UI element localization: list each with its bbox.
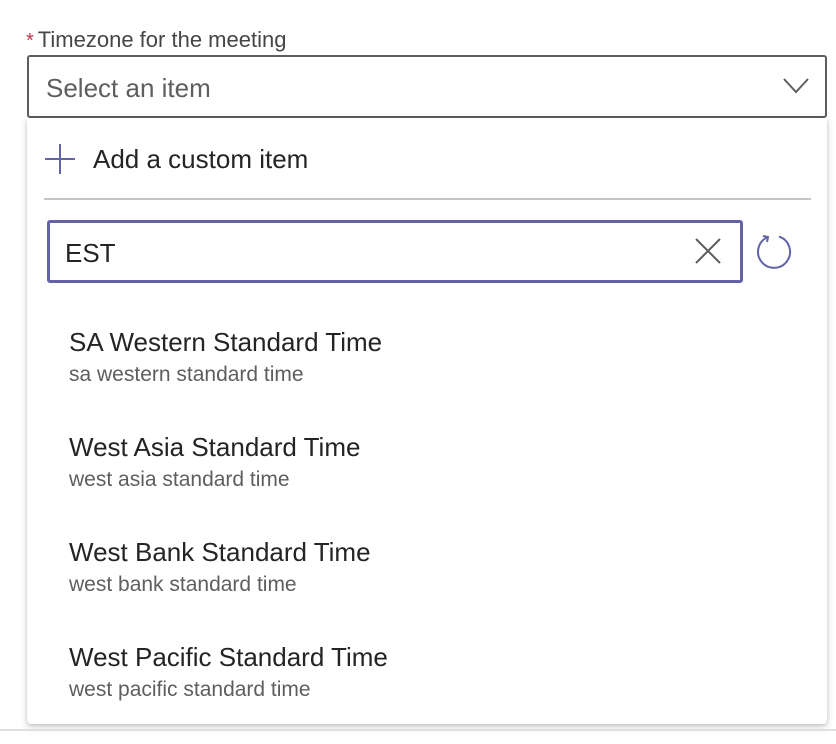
option-list: SA Western Standard Time sa western stan… — [27, 314, 827, 734]
option-title: West Asia Standard Time — [69, 432, 361, 462]
field-label-text: Timezone for the meeting — [37, 27, 287, 52]
add-custom-item-button[interactable]: Add a custom item — [44, 142, 308, 176]
chevron-down-icon — [783, 78, 809, 94]
option-title: West Bank Standard Time — [69, 537, 371, 567]
refresh-icon[interactable] — [755, 232, 795, 272]
add-custom-item-label: Add a custom item — [93, 143, 309, 174]
close-icon[interactable] — [694, 237, 722, 265]
option-title: SA Western Standard Time — [69, 327, 383, 357]
search-input[interactable] — [65, 236, 665, 270]
search-box — [47, 220, 743, 283]
timezone-picker-page: * Timezone for the meeting Select an item… — [0, 0, 836, 744]
option-title: West Pacific Standard Time — [69, 642, 388, 672]
select-placeholder: Select an item — [46, 73, 211, 103]
plus-icon — [45, 144, 75, 174]
option-subtitle: west bank standard time — [69, 573, 297, 596]
timezone-select[interactable]: Select an item — [27, 55, 827, 118]
option-item[interactable]: West Asia Standard Time west asia standa… — [27, 419, 827, 524]
bottom-border — [0, 729, 836, 731]
dropdown-panel: Add a custom item SA Western Standard Ti… — [27, 118, 827, 724]
option-subtitle: west pacific standard time — [69, 678, 311, 701]
required-mark: * — [26, 30, 34, 52]
divider — [44, 198, 811, 200]
option-item[interactable]: West Bank Standard Time west bank standa… — [27, 524, 827, 629]
option-item[interactable]: West Pacific Standard Time west pacific … — [27, 629, 827, 734]
option-subtitle: sa western standard time — [69, 363, 304, 386]
option-subtitle: west asia standard time — [69, 468, 290, 491]
field-label: * Timezone for the meeting — [26, 26, 286, 55]
option-item[interactable]: SA Western Standard Time sa western stan… — [27, 314, 827, 419]
